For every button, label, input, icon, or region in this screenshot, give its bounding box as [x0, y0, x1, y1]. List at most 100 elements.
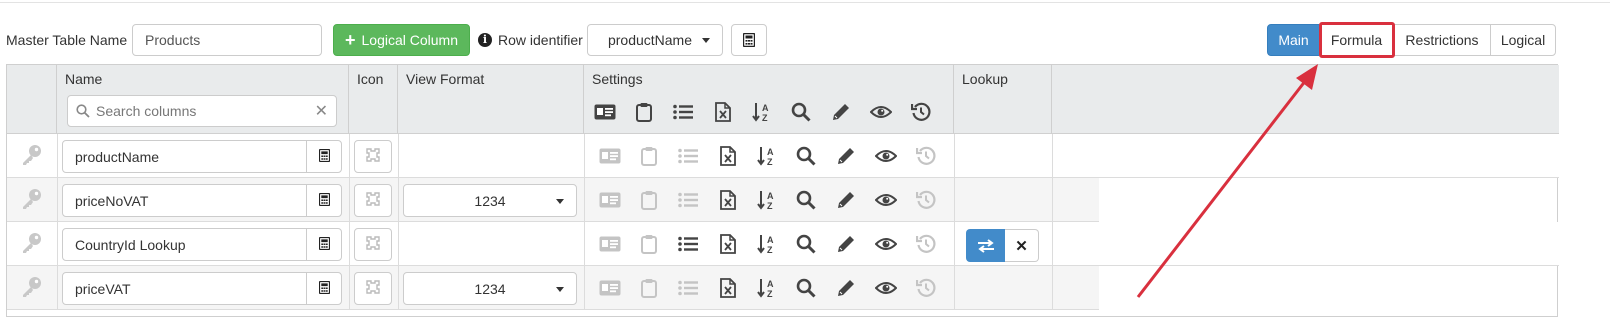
eye-toggle-icon[interactable] — [873, 275, 899, 301]
view-format-select[interactable]: 1234 — [403, 184, 577, 217]
history-toggle-icon[interactable] — [913, 143, 939, 169]
id-card-toggle-icon[interactable] — [597, 231, 623, 257]
header-eye-icon[interactable] — [868, 99, 894, 125]
search-toggle-icon[interactable] — [793, 187, 819, 213]
header-list-icon[interactable] — [670, 99, 696, 125]
header-name-label: Name — [65, 71, 103, 87]
excel-file-toggle-icon[interactable] — [715, 143, 741, 169]
view-format-select[interactable]: 1234 — [403, 272, 577, 305]
sort-alpha-toggle-icon[interactable]: AZ — [754, 231, 780, 257]
column-divider — [57, 134, 58, 178]
pencil-toggle-icon[interactable] — [833, 231, 859, 257]
clipboard-toggle-icon[interactable] — [636, 143, 662, 169]
tab-main[interactable]: Main — [1267, 24, 1320, 56]
table-row: CountryId Lookup A Z ✕ — [7, 222, 1559, 266]
formula-calculator-button[interactable] — [306, 140, 342, 173]
clipboard-toggle-icon[interactable] — [636, 231, 662, 257]
calculator-button[interactable] — [731, 24, 767, 56]
header-lookup: Lookup — [954, 65, 1052, 134]
primary-key-icon[interactable] — [21, 188, 43, 213]
search-columns-input[interactable] — [94, 102, 314, 120]
puzzle-icon — [365, 235, 381, 254]
header-history-icon[interactable] — [908, 99, 934, 125]
info-icon[interactable]: i — [478, 33, 492, 47]
search-icon — [76, 104, 90, 118]
search-toggle-icon[interactable] — [793, 143, 819, 169]
pencil-toggle-icon[interactable] — [833, 275, 859, 301]
sort-alpha-toggle-icon[interactable]: AZ — [754, 187, 780, 213]
excel-file-toggle-icon[interactable] — [715, 231, 741, 257]
column-icon-picker[interactable] — [354, 272, 392, 305]
column-divider — [1052, 266, 1053, 310]
eye-toggle-icon[interactable] — [873, 231, 899, 257]
header-lookup-label: Lookup — [962, 71, 1008, 87]
column-icon-picker[interactable] — [354, 184, 392, 217]
lookup-remove-button[interactable]: ✕ — [1005, 229, 1039, 262]
exchange-icon — [978, 238, 994, 253]
id-card-toggle-icon[interactable] — [597, 143, 623, 169]
formula-calculator-button[interactable] — [306, 184, 342, 217]
column-divider — [584, 134, 585, 178]
header-settings-label: Settings — [592, 71, 643, 87]
table-row: productName A Z — [7, 134, 1559, 178]
tab-formula[interactable]: Formula — [1319, 24, 1394, 56]
header-id-card-icon[interactable] — [592, 99, 618, 125]
primary-key-icon[interactable] — [21, 232, 43, 257]
tab-logical[interactable]: Logical — [1490, 24, 1556, 56]
formula-calculator-button[interactable] — [306, 228, 342, 261]
add-logical-column-label: Logical Column — [361, 32, 459, 48]
column-name-input[interactable]: priceVAT — [62, 272, 307, 305]
clipboard-toggle-icon[interactable] — [636, 275, 662, 301]
list-toggle-icon[interactable] — [675, 275, 701, 301]
pencil-toggle-icon[interactable] — [833, 187, 859, 213]
list-toggle-icon[interactable] — [675, 187, 701, 213]
id-card-toggle-icon[interactable] — [597, 275, 623, 301]
sort-alpha-toggle-icon[interactable]: AZ — [754, 275, 780, 301]
add-logical-column-button[interactable]: + Logical Column — [333, 24, 470, 56]
list-toggle-icon[interactable] — [675, 143, 701, 169]
history-toggle-icon[interactable] — [913, 275, 939, 301]
history-toggle-icon[interactable] — [913, 231, 939, 257]
primary-key-icon[interactable] — [21, 144, 43, 169]
column-icon-picker[interactable] — [354, 228, 392, 261]
svg-text:Z: Z — [767, 201, 773, 210]
header-pencil-icon[interactable] — [828, 99, 854, 125]
eye-toggle-icon[interactable] — [873, 143, 899, 169]
header-search-icon[interactable] — [788, 99, 814, 125]
header-clipboard-icon[interactable] — [631, 99, 657, 125]
sort-alpha-toggle-icon[interactable]: AZ — [754, 143, 780, 169]
pencil-toggle-icon[interactable] — [833, 143, 859, 169]
close-icon: ✕ — [1015, 237, 1028, 255]
header-excel-file-icon[interactable] — [710, 99, 736, 125]
row-identifier-select[interactable]: productName — [587, 24, 723, 56]
puzzle-icon — [365, 279, 381, 298]
search-toggle-icon[interactable] — [793, 275, 819, 301]
id-card-toggle-icon[interactable] — [597, 187, 623, 213]
header-icon: Icon — [349, 65, 398, 134]
clear-search-icon[interactable]: ✕ — [315, 101, 328, 121]
history-toggle-icon[interactable] — [913, 187, 939, 213]
column-divider — [954, 222, 955, 266]
eye-toggle-icon[interactable] — [873, 187, 899, 213]
column-name-input[interactable]: productName — [62, 140, 307, 173]
primary-key-icon[interactable] — [21, 276, 43, 301]
formula-calculator-button[interactable] — [306, 272, 342, 305]
excel-file-toggle-icon[interactable] — [715, 275, 741, 301]
search-toggle-icon[interactable] — [793, 231, 819, 257]
column-name-input[interactable]: CountryId Lookup — [62, 228, 307, 261]
row-identifier-value: productName — [607, 32, 692, 48]
lookup-edit-button[interactable] — [966, 229, 1006, 262]
column-icon-picker[interactable] — [354, 140, 392, 173]
header-sort-alpha-icon[interactable]: AZ — [749, 99, 775, 125]
tab-restrictions[interactable]: Restrictions — [1393, 24, 1491, 56]
column-divider — [349, 178, 350, 222]
excel-file-toggle-icon[interactable] — [715, 187, 741, 213]
search-columns-field[interactable]: ✕ — [67, 95, 337, 127]
master-table-label: Master Table Name — [6, 32, 128, 48]
column-name-input[interactable]: priceNoVAT — [62, 184, 307, 217]
list-toggle-icon[interactable] — [675, 231, 701, 257]
master-table-input[interactable]: Products — [132, 24, 322, 56]
chevron-down-icon — [702, 37, 710, 43]
header-view-format-label: View Format — [406, 71, 485, 87]
clipboard-toggle-icon[interactable] — [636, 187, 662, 213]
